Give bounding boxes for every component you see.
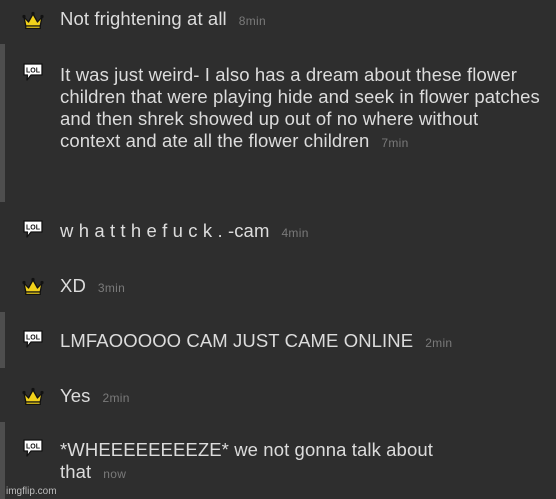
lol-speech-bubble-icon: LOL [23, 439, 43, 457]
message-text: It was just weird- I also has a dream ab… [60, 64, 540, 154]
crown-icon [22, 277, 44, 296]
message-body: It was just weird- I also has a dream ab… [60, 64, 540, 151]
imgflip-watermark: imgflip.com [6, 486, 57, 497]
lol-icon-label: LOL [26, 68, 41, 75]
chat-message: LOL w h a t t h e f u c k . -cam 4min [0, 202, 556, 258]
crown-icon [22, 387, 44, 406]
thread-rail [0, 312, 5, 368]
lol-speech-bubble-icon: LOL [23, 63, 43, 81]
crown-icon [22, 11, 44, 30]
chat-message: LOL LMFAOOOOO CAM JUST CAME ONLINE 2min [0, 312, 556, 368]
message-timestamp: 7min [381, 136, 409, 150]
lol-icon-label: LOL [26, 335, 41, 342]
message-timestamp: 8min [238, 14, 266, 28]
message-body: LMFAOOOOO CAM JUST CAME ONLINE [60, 330, 414, 351]
message-timestamp: 2min [102, 391, 130, 405]
message-timestamp: 4min [281, 226, 309, 240]
message-text: XD 3min [60, 275, 540, 299]
message-body: XD [60, 275, 86, 296]
message-text: Yes 2min [60, 385, 540, 409]
message-body: Not frightening at all [60, 8, 227, 29]
chat-message: Not frightening at all 8min [0, 0, 556, 40]
lol-speech-bubble-icon: LOL [23, 220, 43, 238]
thread-rail [0, 44, 5, 202]
message-timestamp: 3min [97, 281, 126, 295]
message-body: w h a t t h e f u c k . -cam [60, 220, 270, 241]
message-body: Yes [60, 385, 91, 406]
message-text: LMFAOOOOO CAM JUST CAME ONLINE 2min [60, 330, 540, 354]
chat-message: XD 3min [0, 258, 556, 312]
lol-speech-bubble-icon: LOL [23, 330, 43, 348]
message-text: Not frightening at all 8min [60, 8, 540, 32]
lol-icon-label: LOL [26, 225, 41, 232]
message-timestamp: now [103, 467, 127, 481]
message-text: *WHEEEEEEEEZE* we not gonna talk about t… [60, 439, 490, 485]
thread-rail [0, 422, 5, 499]
chat-message: LOL *WHEEEEEEEEZE* we not gonna talk abo… [0, 422, 556, 499]
chat-message: Yes 2min [0, 368, 556, 422]
message-timestamp: 2min [425, 336, 453, 350]
message-text: w h a t t h e f u c k . -cam 4min [60, 220, 540, 244]
lol-icon-label: LOL [26, 444, 41, 451]
chat-message: LOL It was just weird- I also has a drea… [0, 44, 556, 202]
